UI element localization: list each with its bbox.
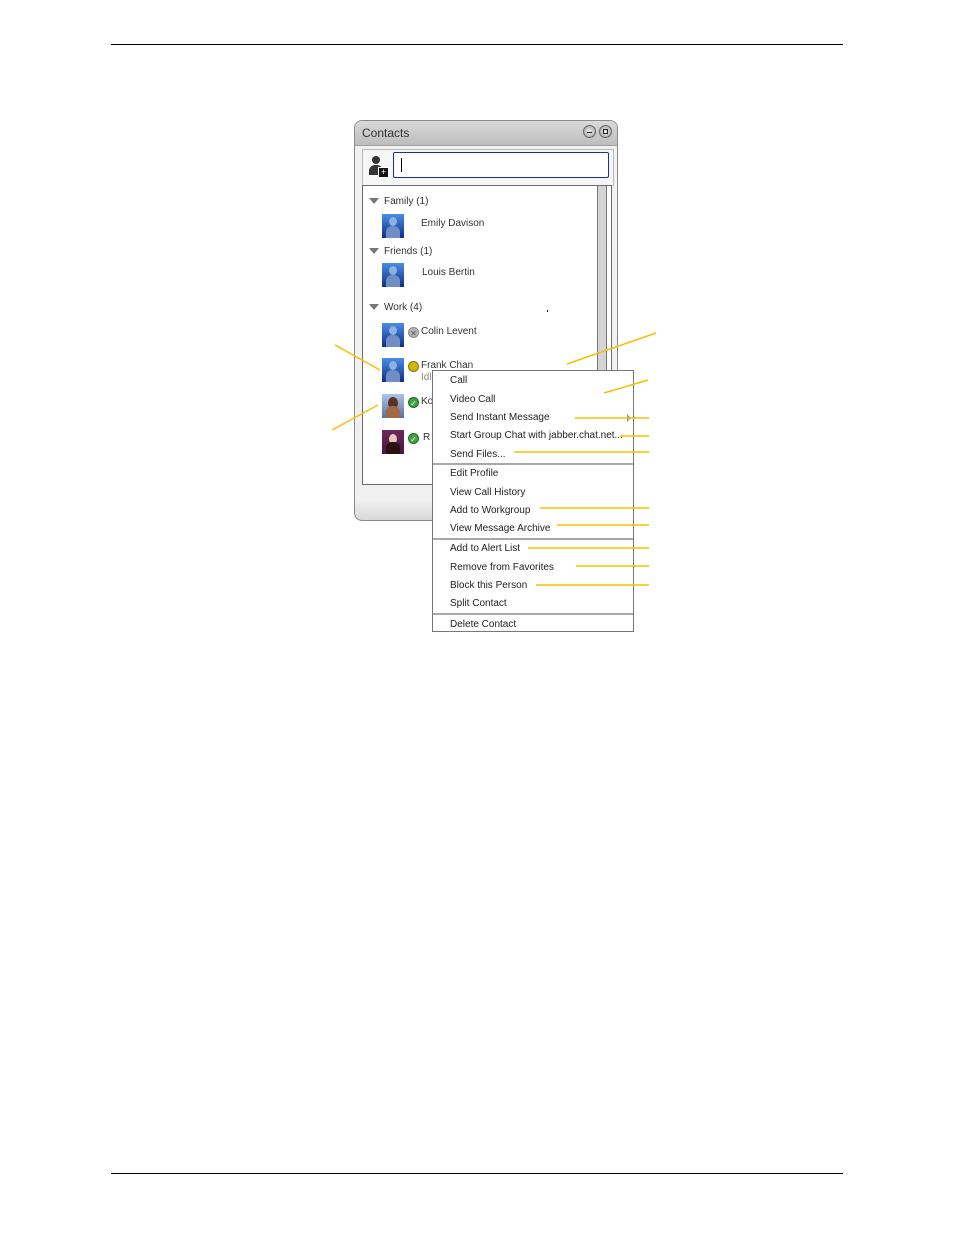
- contact-name[interactable]: R: [423, 432, 430, 443]
- avatar: [382, 430, 404, 454]
- status-offline-icon: ✕: [408, 327, 419, 338]
- avatar: [382, 214, 404, 238]
- menu-separator: [433, 538, 633, 540]
- avatar: [382, 394, 404, 418]
- menu-item-call-history[interactable]: View Call History: [450, 487, 525, 498]
- contact-name[interactable]: Colin Levent: [421, 326, 477, 337]
- menu-item-video-call[interactable]: Video Call: [450, 394, 495, 405]
- avatar: [382, 323, 404, 347]
- group-label: Friends (1): [384, 246, 433, 257]
- stray-dot: [547, 310, 548, 312]
- add-contact-icon[interactable]: +: [368, 156, 389, 178]
- menu-item-edit-profile[interactable]: Edit Profile: [450, 468, 498, 479]
- context-menu: Call Video Call Send Instant Message Sta…: [432, 370, 634, 632]
- title-bar[interactable]: Contacts: [355, 121, 617, 146]
- expand-triangle-icon: [369, 248, 379, 255]
- menu-item-add-workgroup[interactable]: Add to Workgroup: [450, 505, 530, 516]
- group-work[interactable]: Work (4): [369, 302, 422, 313]
- menu-item-split-contact[interactable]: Split Contact: [450, 598, 507, 609]
- avatar: [382, 358, 404, 382]
- status-online-icon: ✓: [408, 397, 419, 408]
- status-online-icon: ✓: [408, 433, 419, 444]
- popout-icon[interactable]: [599, 125, 612, 138]
- group-label: Work (4): [384, 302, 423, 313]
- menu-item-call[interactable]: Call: [450, 375, 467, 386]
- header-rule: [111, 44, 843, 45]
- status-idle-icon: [408, 361, 419, 372]
- avatar: [382, 263, 404, 287]
- menu-item-delete-contact[interactable]: Delete Contact: [450, 619, 516, 630]
- footer-rule: [111, 1173, 843, 1174]
- contact-name[interactable]: Emily Davison: [421, 218, 484, 229]
- menu-separator: [433, 463, 633, 465]
- menu-item-send-im[interactable]: Send Instant Message: [450, 412, 550, 423]
- group-family[interactable]: Family (1): [369, 196, 428, 207]
- window-title: Contacts: [362, 126, 410, 140]
- menu-item-remove-favorites[interactable]: Remove from Favorites: [450, 562, 554, 573]
- menu-separator: [433, 613, 633, 615]
- menu-item-alert-list[interactable]: Add to Alert List: [450, 543, 520, 554]
- menu-item-block-person[interactable]: Block this Person: [450, 580, 527, 591]
- group-label: Family (1): [384, 196, 429, 207]
- search-bar: +: [362, 149, 614, 186]
- minimize-icon[interactable]: [583, 125, 596, 138]
- expand-triangle-icon: [369, 198, 379, 205]
- submenu-arrow-icon: [627, 414, 631, 422]
- group-friends[interactable]: Friends (1): [369, 246, 432, 257]
- menu-item-group-chat[interactable]: Start Group Chat with jabber.chat.net...: [450, 430, 623, 441]
- menu-item-send-files[interactable]: Send Files...: [450, 449, 506, 460]
- menu-item-message-archive[interactable]: View Message Archive: [450, 523, 550, 534]
- contact-status-text: Idl: [421, 372, 432, 383]
- search-input[interactable]: [393, 152, 609, 178]
- expand-triangle-icon: [369, 304, 379, 311]
- contact-name[interactable]: Louis Bertin: [422, 267, 475, 278]
- text-caret: [401, 158, 402, 172]
